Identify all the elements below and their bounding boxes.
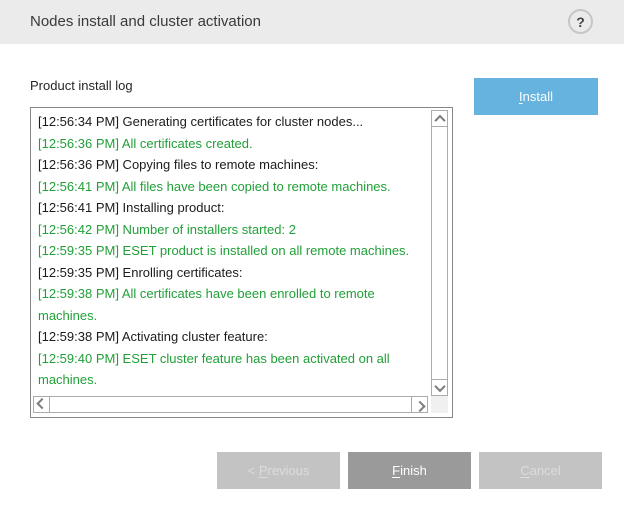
log-entry: [12:59:38 PM] Activating cluster feature… — [38, 326, 426, 348]
install-log: [12:56:34 PM] Generating certificates fo… — [31, 111, 426, 391]
wizard-dialog: Nodes install and cluster activation ? P… — [0, 0, 624, 511]
log-entry: [12:59:35 PM] ESET product is installed … — [38, 240, 426, 262]
chevron-left-icon — [36, 397, 47, 408]
log-entry: [12:59:38 PM] All certificates have been… — [38, 283, 426, 326]
scroll-down-button[interactable] — [431, 379, 448, 396]
dialog-header: Nodes install and cluster activation ? — [0, 0, 624, 44]
help-button[interactable]: ? — [568, 9, 593, 34]
scrollbar-corner — [431, 396, 448, 413]
log-entry: [12:56:36 PM] All certificates created. — [38, 133, 426, 155]
product-install-log-label: Product install log — [30, 78, 133, 93]
install-button[interactable]: Install — [474, 78, 598, 115]
install-log-listbox[interactable]: [12:56:34 PM] Generating certificates fo… — [30, 107, 453, 418]
page-title: Nodes install and cluster activation — [30, 0, 261, 44]
log-entry: [12:56:36 PM] Copying files to remote ma… — [38, 154, 426, 176]
scroll-up-button[interactable] — [431, 110, 448, 127]
chevron-up-icon — [434, 114, 445, 125]
log-entry: [12:59:35 PM] Enrolling certificates: — [38, 262, 426, 284]
scroll-right-button[interactable] — [411, 396, 428, 413]
previous-button[interactable]: < Previous — [217, 452, 340, 489]
log-entry: [12:59:40 PM] ESET cluster feature has b… — [38, 348, 426, 391]
log-entry: [12:56:34 PM] Generating certificates fo… — [38, 111, 426, 133]
scroll-left-button[interactable] — [33, 396, 50, 413]
log-entry: [12:56:41 PM] All files have been copied… — [38, 176, 426, 198]
cancel-button[interactable]: Cancel — [479, 452, 602, 489]
log-entry: [12:56:42 PM] Number of installers start… — [38, 219, 426, 241]
horizontal-scrollbar[interactable] — [33, 396, 428, 413]
horizontal-scrollbar-thumb[interactable] — [49, 396, 412, 413]
log-entry: [12:56:41 PM] Installing product: — [38, 197, 426, 219]
question-mark-icon: ? — [576, 14, 585, 30]
chevron-down-icon — [434, 380, 445, 391]
chevron-right-icon — [414, 400, 425, 411]
finish-button[interactable]: Finish — [348, 452, 471, 489]
vertical-scrollbar[interactable] — [431, 110, 448, 396]
vertical-scrollbar-thumb[interactable] — [431, 126, 448, 380]
